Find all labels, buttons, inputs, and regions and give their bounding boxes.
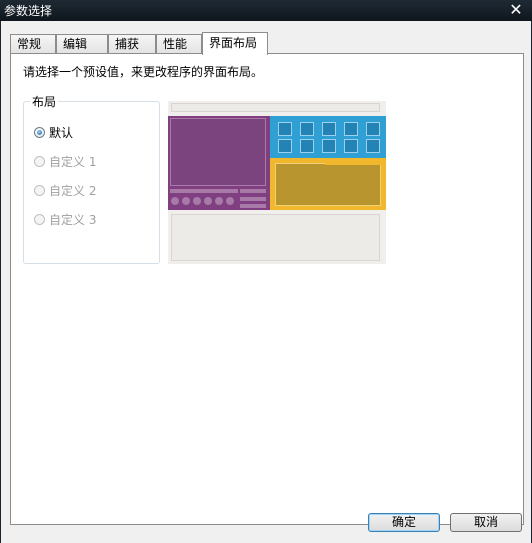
radio-label: 自定义 1 <box>49 154 97 169</box>
preview-timeline <box>171 214 380 261</box>
preview-purple-strip <box>240 204 266 208</box>
preview-options-area <box>275 163 381 206</box>
preview-video-area <box>170 118 266 186</box>
preview-purple-strip <box>170 189 238 193</box>
tab-edit[interactable]: 编辑 <box>56 34 108 53</box>
radio-unchecked-icon[interactable] <box>34 155 45 167</box>
radio-custom-2[interactable]: 自定义 2 <box>34 181 96 199</box>
preview-thumb <box>300 122 314 136</box>
window-title: 参数选择 <box>4 4 53 18</box>
tab-general[interactable]: 常规 <box>10 34 56 53</box>
preview-thumb <box>344 122 358 136</box>
preview-purple-strip <box>240 197 266 201</box>
preview-control-dot <box>204 197 212 205</box>
preview-control-dot <box>193 197 201 205</box>
tab-interface-layout[interactable]: 界面布局 <box>202 32 268 55</box>
layout-groupbox: 布局 默认 自定义 1 自定义 2 自定义 3 <box>23 93 160 264</box>
close-icon[interactable]: ✕ <box>506 0 526 20</box>
preview-thumb <box>344 139 358 153</box>
preview-control-dot <box>171 197 179 205</box>
preview-yellow-pane <box>270 158 386 210</box>
tab-performance[interactable]: 性能 <box>156 34 202 53</box>
preview-thumb <box>366 122 380 136</box>
preview-control-dot <box>215 197 223 205</box>
radio-custom-1[interactable]: 自定义 1 <box>34 152 96 170</box>
preview-control-dot <box>182 197 190 205</box>
preview-thumb <box>322 122 336 136</box>
preview-options-tab <box>325 160 381 165</box>
preview-thumb <box>278 122 292 136</box>
tab-capture[interactable]: 捕获 <box>108 34 156 53</box>
radio-checked-icon[interactable] <box>34 126 45 138</box>
radio-label: 默认 <box>49 125 74 140</box>
preview-thumb <box>366 139 380 153</box>
preview-purple-strip <box>240 189 266 193</box>
layout-legend: 布局 <box>30 93 59 110</box>
radio-label: 自定义 2 <box>49 183 97 198</box>
layout-preview <box>168 101 386 264</box>
radio-default[interactable]: 默认 <box>34 123 73 141</box>
preview-control-dot <box>226 197 234 205</box>
preview-thumb <box>322 139 336 153</box>
preview-toolbar <box>171 103 380 112</box>
preview-thumb <box>300 139 314 153</box>
preferences-dialog: 常规 编辑 捕获 性能 界面布局 请选择一个预设值，来更改程序的界面布局。 布局… <box>0 21 532 543</box>
radio-unchecked-icon[interactable] <box>34 213 45 225</box>
cancel-button[interactable]: 取消 <box>450 513 522 532</box>
preview-blue-pane <box>270 116 386 158</box>
title-bar: 参数选择 ✕ <box>0 0 532 21</box>
tab-panel: 请选择一个预设值，来更改程序的界面布局。 布局 默认 自定义 1 自定义 2 自… <box>10 53 524 525</box>
radio-unchecked-icon[interactable] <box>34 184 45 196</box>
preview-thumb <box>278 139 292 153</box>
instruction-text: 请选择一个预设值，来更改程序的界面布局。 <box>23 65 264 79</box>
preview-purple-pane <box>168 116 270 210</box>
radio-custom-3[interactable]: 自定义 3 <box>34 210 96 228</box>
radio-label: 自定义 3 <box>49 212 97 227</box>
ok-button[interactable]: 确定 <box>368 513 440 532</box>
